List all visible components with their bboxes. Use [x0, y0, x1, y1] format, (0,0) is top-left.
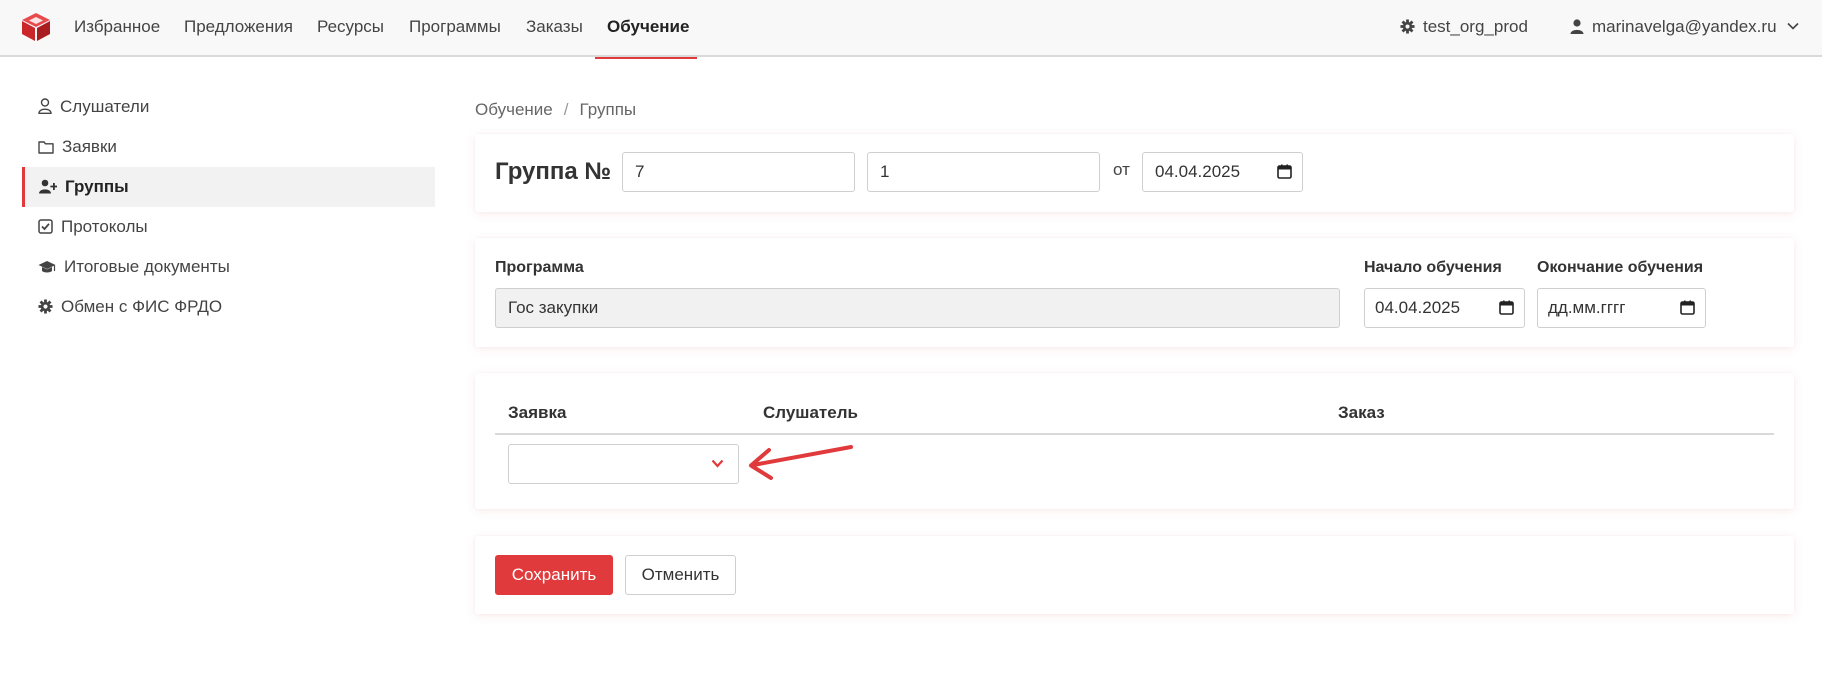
column-header-application: Заявка	[508, 403, 567, 422]
sidebar-item-label: Слушатели	[60, 97, 150, 116]
chevron-down-icon	[711, 459, 724, 468]
user-menu[interactable]: marinavelga@yandex.ru	[1570, 0, 1807, 57]
sidebar-item-label: Итоговые документы	[64, 257, 230, 276]
column-header-listener: Слушатель	[763, 403, 858, 422]
breadcrumb-separator: /	[563, 100, 569, 119]
org-name: test_org_prod	[1423, 17, 1528, 36]
program-card: Программа Гос закупки Начало обучения 04…	[475, 238, 1794, 347]
user-email: marinavelga@yandex.ru	[1592, 17, 1777, 36]
annotation-arrow-icon	[749, 445, 853, 480]
application-select[interactable]	[508, 444, 739, 484]
end-date-placeholder: дд.мм.гггг	[1548, 298, 1626, 317]
breadcrumb-link-training[interactable]: Обучение	[475, 100, 553, 119]
chevron-down-icon	[1787, 22, 1799, 30]
end-date-input[interactable]: дд.мм.гггг	[1537, 288, 1706, 328]
sidebar-item-fis-frdo-exchange[interactable]: Обмен с ФИС ФРДО	[22, 287, 435, 327]
active-tab-indicator	[595, 57, 697, 59]
page-title: Группа №	[495, 158, 612, 185]
group-number-input[interactable]: 7	[622, 152, 855, 192]
top-navbar: Избранное Предложения Ресурсы Программы …	[0, 0, 1822, 59]
sidebar-item-applications[interactable]: Заявки	[22, 127, 435, 167]
check-square-icon	[38, 219, 53, 234]
group-suffix-input[interactable]: 1	[867, 152, 1100, 192]
sidebar-item-listeners[interactable]: Слушатели	[22, 87, 435, 127]
sidebar-item-label: Протоколы	[61, 217, 148, 236]
group-header-card: Группа № 7 1 от 04.04.2025	[475, 134, 1794, 212]
actions-card: Сохранить Отменить	[475, 536, 1794, 614]
calendar-icon[interactable]	[1499, 300, 1514, 315]
nav-item-programs[interactable]: Программы	[409, 0, 501, 57]
start-date-value: 04.04.2025	[1375, 298, 1461, 317]
save-button[interactable]: Сохранить	[495, 555, 613, 595]
listeners-table-card: Заявка Слушатель Заказ	[475, 373, 1794, 509]
cancel-button[interactable]: Отменить	[625, 555, 736, 595]
org-switcher[interactable]: test_org_prod	[1400, 0, 1528, 57]
user-outline-icon	[38, 98, 52, 114]
nav-item-training[interactable]: Обучение	[595, 0, 697, 59]
sidebar-item-protocols[interactable]: Протоколы	[22, 207, 435, 247]
user-icon	[1570, 19, 1584, 34]
nav-item-favorites[interactable]: Избранное	[74, 0, 160, 57]
date-prefix-label: от	[1113, 160, 1130, 179]
start-date-input[interactable]: 04.04.2025	[1364, 288, 1525, 328]
calendar-icon[interactable]	[1680, 300, 1695, 315]
sidebar-item-groups[interactable]: Группы	[22, 167, 435, 207]
gear-icon	[38, 299, 53, 314]
program-label: Программа	[495, 259, 584, 276]
start-date-label: Начало обучения	[1364, 259, 1502, 276]
program-field: Гос закупки	[495, 288, 1340, 328]
sidebar-item-label: Группы	[65, 177, 129, 196]
cube-logo-icon[interactable]	[20, 12, 52, 42]
sidebar-item-label: Обмен с ФИС ФРДО	[61, 297, 223, 316]
group-date-value: 04.04.2025	[1155, 162, 1241, 181]
folder-icon	[38, 141, 54, 154]
group-date-input[interactable]: 04.04.2025	[1142, 152, 1303, 192]
table-header-divider	[495, 433, 1774, 435]
breadcrumb-current: Группы	[579, 100, 637, 119]
nav-item-resources[interactable]: Ресурсы	[317, 0, 384, 57]
column-header-order: Заказ	[1338, 403, 1385, 422]
breadcrumb: Обучение / Группы	[475, 100, 636, 120]
nav-item-training-label: Обучение	[607, 17, 690, 36]
user-plus-icon	[39, 179, 58, 194]
sidebar-item-label: Заявки	[62, 137, 117, 156]
end-date-label: Окончание обучения	[1537, 259, 1704, 276]
calendar-icon[interactable]	[1277, 164, 1292, 179]
gear-icon	[1400, 19, 1415, 34]
nav-item-offers[interactable]: Предложения	[184, 0, 293, 57]
sidebar-item-final-documents[interactable]: Итоговые документы	[22, 247, 435, 287]
nav-item-orders[interactable]: Заказы	[526, 0, 583, 57]
graduation-cap-icon	[38, 261, 56, 273]
